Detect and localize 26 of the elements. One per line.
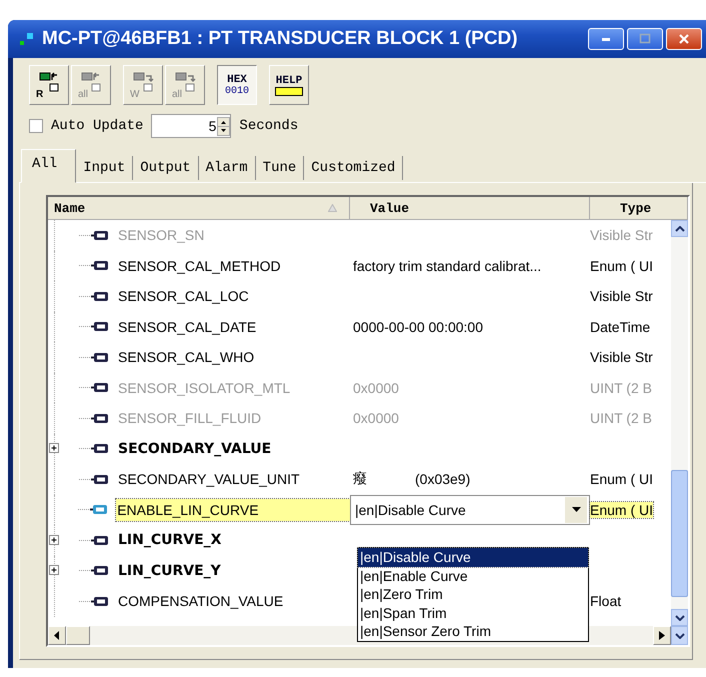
parameter-value: factory trim standard calibrat... xyxy=(353,258,542,274)
parameter-value: 癈 xyxy=(353,470,367,488)
tool-label: all xyxy=(172,90,182,100)
parameter-type: Enum ( UI xyxy=(590,258,654,274)
parameter-value: 0x0000 xyxy=(353,380,399,396)
hex-value: 0010 xyxy=(224,86,249,96)
auto-update-label: Auto Update xyxy=(51,118,144,134)
parameter-type: Enum ( UI xyxy=(590,471,654,488)
parameter-value: 0x0000 xyxy=(353,410,399,426)
parameter-value: 0000-00-00 00:00:00 xyxy=(353,318,483,335)
parameter-type: DateTime xyxy=(590,318,650,335)
parameter-type: Float xyxy=(590,593,622,610)
tool-label: all xyxy=(78,90,88,100)
parameter-type: Enum ( UI xyxy=(590,502,654,518)
parameter-type: Visible Str xyxy=(590,288,653,304)
interval-unit: Seconds xyxy=(239,118,298,134)
tool-label: W xyxy=(130,90,140,100)
parameter-type: Visible Str xyxy=(590,227,653,244)
window-title: MC-PT@46BFB1 : PT TRANSDUCER BLOCK 1 (PCD) xyxy=(42,28,519,50)
tool-label: R xyxy=(36,90,44,100)
parameter-type: Visible Str xyxy=(590,349,653,366)
parameter-type: UINT (2 B xyxy=(590,380,652,396)
parameter-type: UINT (2 B xyxy=(590,410,652,426)
help-label: HELP xyxy=(276,74,302,86)
hex-label: HEX xyxy=(227,74,247,86)
parameter-code: (0x03e9) xyxy=(415,471,470,488)
